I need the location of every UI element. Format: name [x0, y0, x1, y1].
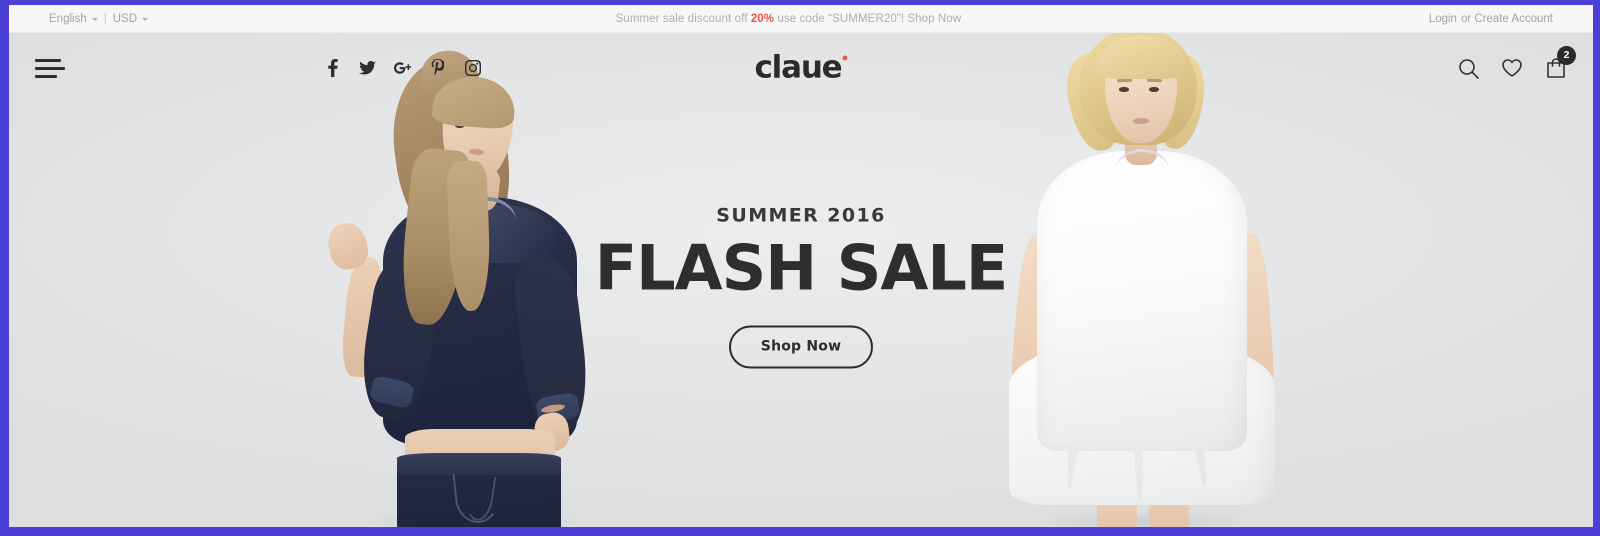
language-label: English	[49, 12, 87, 25]
site-logo[interactable]: claue	[754, 49, 848, 86]
hero-eyebrow: SUMMER 2016	[716, 204, 886, 227]
logo-wordmark: claue	[754, 49, 842, 86]
social-links	[324, 58, 481, 78]
currency-label: USD	[112, 12, 137, 25]
hero-shop-now-button[interactable]: Shop Now	[728, 325, 874, 369]
cart-icon[interactable]: 2	[1545, 46, 1576, 79]
twitter-icon[interactable]	[359, 58, 376, 78]
wishlist-heart-icon[interactable]	[1501, 58, 1523, 78]
promo-message: Summer sale discount off 20% use code “S…	[148, 13, 1429, 25]
promo-prefix: Summer sale discount off	[615, 12, 748, 25]
header-action-icons: 2	[1458, 46, 1576, 79]
hero-content: SUMMER 2016 FLASH SALE Shop Now	[541, 205, 1061, 369]
topbar-divider: |	[103, 12, 107, 25]
hamburger-bar	[35, 58, 61, 62]
account-links: Login or Create Account	[1429, 13, 1553, 25]
site-header: claue 2	[9, 33, 1593, 103]
logo-dot-icon	[842, 55, 848, 61]
instagram-icon[interactable]	[464, 58, 481, 78]
language-selector[interactable]: English	[49, 13, 98, 25]
facebook-icon[interactable]	[324, 58, 341, 78]
promo-middle: use code “SUMMER20”!	[777, 12, 905, 25]
login-link[interactable]: Login	[1429, 13, 1457, 25]
hamburger-bar	[35, 74, 57, 78]
hamburger-icon[interactable]	[35, 58, 69, 78]
search-icon[interactable]	[1458, 58, 1479, 79]
promo-shop-now-link[interactable]: Shop Now	[907, 13, 961, 25]
topbar-left-group: English | USD	[49, 13, 148, 25]
right-model-shadow	[1033, 511, 1253, 527]
currency-selector[interactable]: USD	[113, 13, 148, 25]
hamburger-bar	[35, 66, 65, 70]
hero-title: FLASH SALE	[594, 231, 1008, 305]
right-model-dress-bodice	[1037, 151, 1247, 451]
cart-count-badge: 2	[1557, 46, 1576, 65]
promo-percent: 20%	[750, 12, 775, 25]
create-account-link[interactable]: or Create Account	[1461, 13, 1553, 25]
pinterest-icon[interactable]	[429, 58, 446, 78]
chevron-down-icon	[142, 18, 148, 21]
top-announcement-bar: English | USD Summer sale discount off 2…	[9, 5, 1593, 33]
chevron-down-icon	[91, 18, 98, 21]
hero-banner: claue 2 SUMMER 2016 FLASH SALE Shop Now	[9, 33, 1593, 527]
right-model-lips	[1133, 118, 1149, 124]
page-viewport: English | USD Summer sale discount off 2…	[9, 5, 1593, 527]
google-plus-icon[interactable]	[394, 58, 411, 78]
browser-frame: English | USD Summer sale discount off 2…	[0, 0, 1600, 536]
